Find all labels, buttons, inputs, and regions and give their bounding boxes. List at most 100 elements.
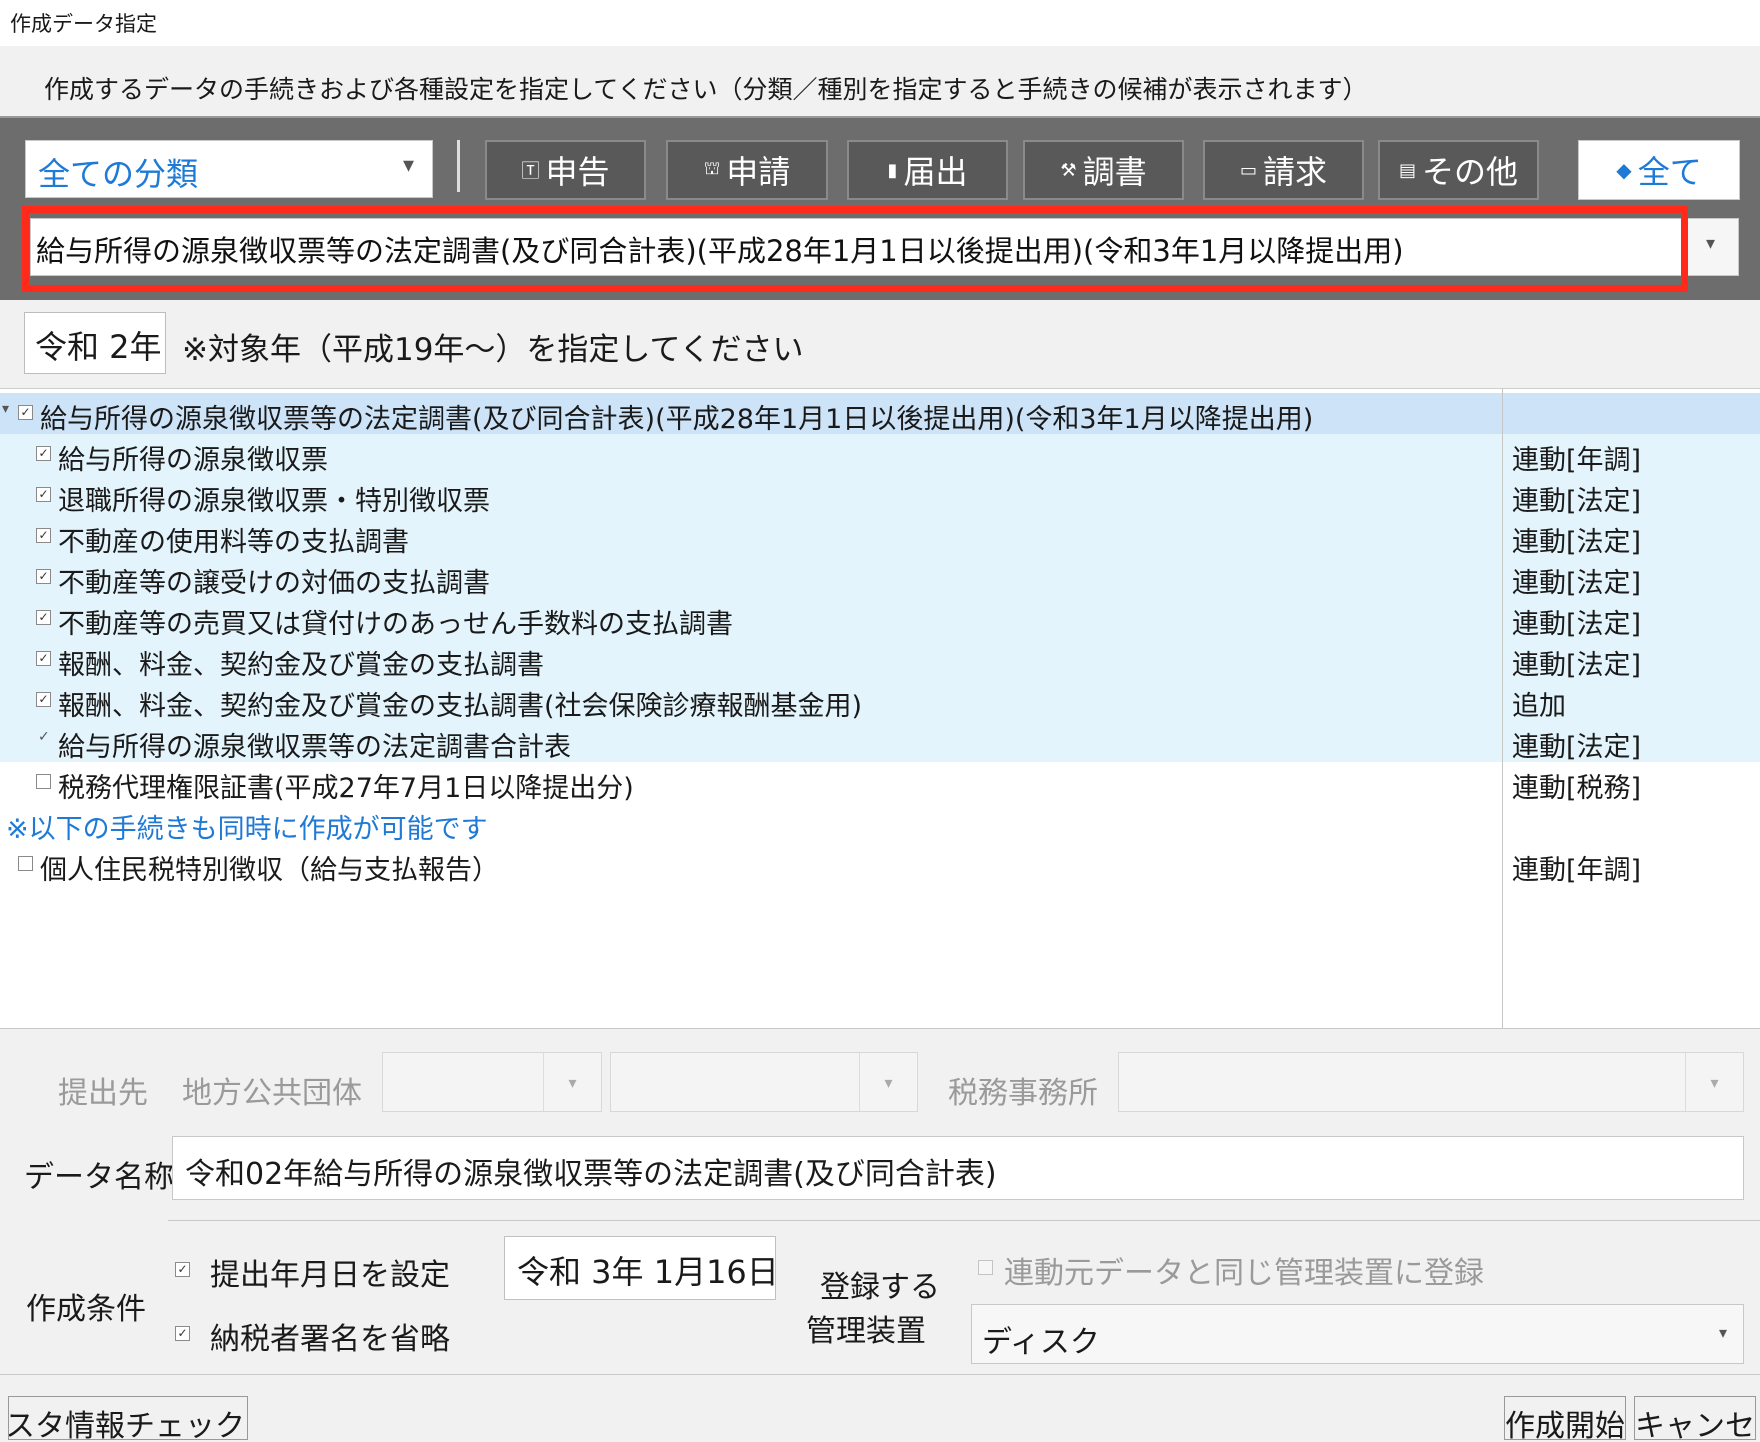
chevron-down-icon[interactable]: ▾: [1682, 219, 1738, 275]
checkbox[interactable]: ✓: [36, 569, 51, 584]
checkbox[interactable]: ✓: [36, 446, 51, 461]
data-name-input[interactable]: 令和02年給与所得の源泉徴収票等の法定調書(及び同合計表): [172, 1136, 1744, 1200]
tree-child-label: 退職所得の源泉徴収票・特別徴収票: [58, 486, 490, 517]
link-status: 連動[年調]: [1512, 445, 1642, 476]
checkbox[interactable]: ✓: [36, 528, 51, 543]
tree-root-label: 給与所得の源泉徴収票等の法定調書(及び同合計表)(平成28年1月1日以後提出用)…: [40, 404, 1314, 435]
chevron-down-icon: ▾: [1685, 1053, 1743, 1111]
tree-child-label: 報酬、料金、契約金及び賞金の支払調書: [58, 650, 544, 681]
chevron-down-icon: ▾: [1718, 1323, 1727, 1342]
tree-child-row[interactable]: ✓ 不動産の使用料等の支払調書 連動[法定]: [0, 516, 1760, 558]
annotation-highlight-box: [22, 206, 1688, 292]
filter-label: 届出: [903, 153, 968, 191]
category-select[interactable]: 全ての分類 ▾: [25, 140, 433, 198]
filter-button-chosho[interactable]: ⚒ 調書: [1023, 140, 1184, 200]
filter-button-seikyu[interactable]: ▭ 請求: [1203, 140, 1364, 200]
mailbox-icon: ▮: [887, 159, 898, 181]
link-status: 追加: [1512, 691, 1566, 722]
checkmark-icon[interactable]: ✓: [38, 729, 50, 745]
submit-date-checkbox[interactable]: ✓: [175, 1262, 190, 1277]
link-status: 連動[法定]: [1512, 568, 1642, 599]
filter-label: 請求: [1263, 153, 1328, 191]
tree-child-row[interactable]: ✓ 報酬、料金、契約金及び賞金の支払調書(社会保険診療報酬基金用) 追加: [0, 680, 1760, 722]
year-input[interactable]: 令和 2年: [24, 312, 166, 374]
tree-child-label: 給与所得の源泉徴収票: [58, 445, 328, 476]
tree-child-row[interactable]: ✓ 報酬、料金、契約金及び賞金の支払調書 連動[法定]: [0, 639, 1760, 681]
submit-date-label: 提出年月日を設定: [210, 1258, 450, 1293]
checkbox[interactable]: ✓: [36, 692, 51, 707]
tree-child-row[interactable]: ✓ 不動産等の譲受けの対価の支払調書 連動[法定]: [0, 557, 1760, 599]
tree-child-row[interactable]: 税務代理権限証書(平成27年7月1日以降提出分) 連動[税務]: [0, 762, 1760, 804]
local-gov-select-1[interactable]: ▾: [382, 1052, 602, 1112]
link-status: 連動[税務]: [1512, 773, 1642, 804]
same-device-label: 連動元データと同じ管理装置に登録: [1004, 1256, 1484, 1291]
instruction-text: 作成するデータの手続きおよび各種設定を指定してください（分類／種別を指定すると手…: [0, 46, 1760, 116]
also-available-note-row: ※以下の手続きも同時に作成が可能です: [0, 803, 1760, 845]
filter-label: 調書: [1082, 153, 1147, 191]
omit-signature-label: 納税者署名を省略: [210, 1322, 450, 1357]
tree-child-label: 不動産等の売買又は貸付けのあっせん手数料の支払調書: [58, 609, 733, 640]
filter-label: 申告: [545, 153, 610, 191]
submit-date-input[interactable]: 令和 3年 1月16日: [504, 1236, 776, 1300]
filter-button-shinsei[interactable]: ⛫ 申請: [666, 140, 828, 200]
gavel-icon: ⚒: [1060, 159, 1077, 181]
filter-button-todokede[interactable]: ▮ 届出: [847, 140, 1008, 200]
tree-child-row[interactable]: ✓ 給与所得の源泉徴収票等の法定調書合計表 連動[法定]: [0, 721, 1760, 763]
stamp-icon: ⛫: [703, 158, 721, 179]
tree-child-label: 税務代理権限証書(平成27年7月1日以降提出分): [58, 773, 634, 804]
tree-child-row[interactable]: ✓ 退職所得の源泉徴収票・特別徴収票 連動[法定]: [0, 475, 1760, 517]
tree-root-row[interactable]: ▾ ✓ 給与所得の源泉徴収票等の法定調書(及び同合計表)(平成28年1月1日以後…: [0, 393, 1760, 435]
start-button[interactable]: 作成開始: [1504, 1396, 1626, 1440]
cancel-button[interactable]: キャンセル: [1634, 1396, 1756, 1440]
tree-child-label: 不動産等の譲受けの対価の支払調書: [58, 568, 490, 599]
same-device-checkbox[interactable]: [978, 1260, 993, 1275]
divider: [0, 1374, 1760, 1375]
device-select-value: ディスク: [982, 1325, 1100, 1360]
toolbar-divider: [457, 140, 460, 192]
filter-button-sonota[interactable]: ▤ その他: [1378, 140, 1539, 200]
checkbox[interactable]: ✓: [36, 651, 51, 666]
link-status: 連動[法定]: [1512, 486, 1642, 517]
link-status: 連動[年調]: [1512, 855, 1642, 886]
tree-child-label: 報酬、料金、契約金及び賞金の支払調書(社会保険診療報酬基金用): [58, 691, 863, 722]
tax-icon: 🅃: [521, 161, 540, 182]
checkbox[interactable]: ✓: [18, 405, 33, 420]
filter-button-all[interactable]: ◆ 全て: [1578, 140, 1740, 200]
link-status: 連動[法定]: [1512, 732, 1642, 763]
submit-to-label: 提出先: [58, 1076, 148, 1111]
conditions-label: 作成条件: [26, 1292, 146, 1327]
filter-label: 申請: [726, 153, 791, 191]
chevron-down-icon: ▾: [859, 1053, 917, 1111]
link-status: 連動[法定]: [1512, 609, 1642, 640]
filter-label: その他: [1422, 153, 1519, 191]
link-status: 連動[法定]: [1512, 650, 1642, 681]
column-divider: [1502, 388, 1503, 1028]
year-note: ※対象年（平成19年～）を指定してください: [182, 332, 804, 368]
tree-child-label: 不動産の使用料等の支払調書: [58, 527, 409, 558]
procedure-tree: ▾ ✓ 給与所得の源泉徴収票等の法定調書(及び同合計表)(平成28年1月1日以後…: [0, 388, 1760, 1028]
tax-office-select[interactable]: ▾: [1118, 1052, 1744, 1112]
master-check-button[interactable]: 会社マスタ情報チェック: [8, 1396, 248, 1440]
checkbox[interactable]: ✓: [36, 487, 51, 502]
category-select-value: 全ての分類: [38, 155, 199, 193]
filter-button-shinkoku[interactable]: 🅃 申告: [485, 140, 646, 200]
device-select[interactable]: ディスク ▾: [971, 1304, 1744, 1364]
master-check-button-label: 会社マスタ情報チェック: [8, 1409, 245, 1440]
link-status: 連動[法定]: [1512, 527, 1642, 558]
register-label-line2: 管理装置: [806, 1314, 926, 1349]
local-gov-label: 地方公共団体: [182, 1076, 362, 1111]
chevron-down-icon: ▾: [543, 1053, 601, 1111]
extra-procedure-label: 個人住民税特別徴収（給与支払報告）: [40, 855, 499, 886]
checkbox[interactable]: [36, 774, 51, 789]
extra-procedure-row[interactable]: 個人住民税特別徴収（給与支払報告） 連動[年調]: [0, 844, 1760, 886]
tree-child-row[interactable]: ✓ 不動産等の売買又は貸付けのあっせん手数料の支払調書 連動[法定]: [0, 598, 1760, 640]
omit-signature-checkbox[interactable]: ✓: [175, 1326, 190, 1341]
expand-icon[interactable]: ▾: [2, 401, 9, 417]
window-title: 作成データ指定: [0, 0, 1760, 46]
tree-child-label: 給与所得の源泉徴収票等の法定調書合計表: [58, 732, 571, 763]
filter-label: 全て: [1637, 153, 1702, 191]
checkbox[interactable]: ✓: [36, 610, 51, 625]
tree-child-row[interactable]: ✓ 給与所得の源泉徴収票 連動[年調]: [0, 434, 1760, 476]
checkbox[interactable]: [18, 856, 33, 871]
local-gov-select-2[interactable]: ▾: [610, 1052, 918, 1112]
